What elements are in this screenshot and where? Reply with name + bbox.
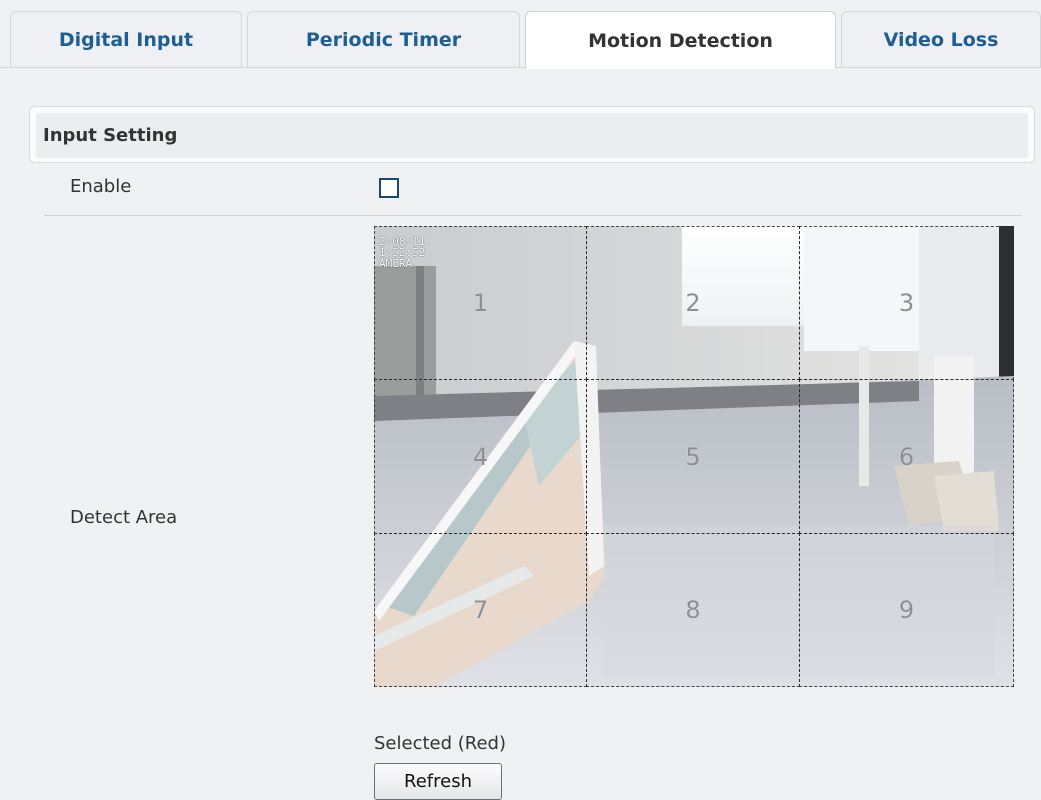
row-divider <box>44 215 1022 216</box>
cell-number: 9 <box>898 596 915 624</box>
tab-digital-input[interactable]: Digital Input <box>10 11 242 67</box>
tab-video-loss[interactable]: Video Loss <box>841 11 1041 67</box>
detect-cell-3[interactable]: 3 <box>799 226 1014 380</box>
detect-area-label: Detect Area <box>70 507 178 528</box>
detect-cell-5[interactable]: 5 <box>586 379 800 534</box>
cell-number: 5 <box>685 442 701 471</box>
cell-number: 7 <box>472 596 489 624</box>
tab-periodic-timer[interactable]: Periodic Timer <box>247 11 520 67</box>
enable-label: Enable <box>70 176 132 197</box>
detect-cell-7[interactable]: 7 <box>374 533 587 687</box>
detect-cell-2[interactable]: 2 <box>586 226 800 380</box>
detect-cell-9[interactable]: 9 <box>799 533 1014 687</box>
tab-bar: Digital Input Periodic Timer Motion Dete… <box>0 0 1041 69</box>
cell-number: 3 <box>898 289 915 317</box>
cell-number: 8 <box>685 596 701 624</box>
cell-number: 1 <box>472 289 489 317</box>
selected-hint-text: Selected (Red) <box>374 733 506 754</box>
camera-preview: 2-08-11 1:52:52 AMERA 1 2 3 4 5 6 7 8 9 <box>374 226 1014 687</box>
detect-cell-6[interactable]: 6 <box>799 379 1014 534</box>
detect-cell-4[interactable]: 4 <box>374 379 587 534</box>
input-setting-panel: Input Setting <box>29 106 1035 163</box>
tab-underline <box>0 67 1041 68</box>
cell-number: 2 <box>685 289 701 317</box>
detect-cell-8[interactable]: 8 <box>586 533 800 687</box>
cell-number: 6 <box>898 442 915 471</box>
cell-number: 4 <box>472 442 489 471</box>
section-title: Input Setting <box>36 113 1028 158</box>
enable-checkbox[interactable] <box>379 178 399 198</box>
refresh-button[interactable]: Refresh <box>374 763 502 800</box>
tab-motion-detection[interactable]: Motion Detection <box>525 11 836 69</box>
detect-cell-1[interactable]: 1 <box>374 226 587 380</box>
